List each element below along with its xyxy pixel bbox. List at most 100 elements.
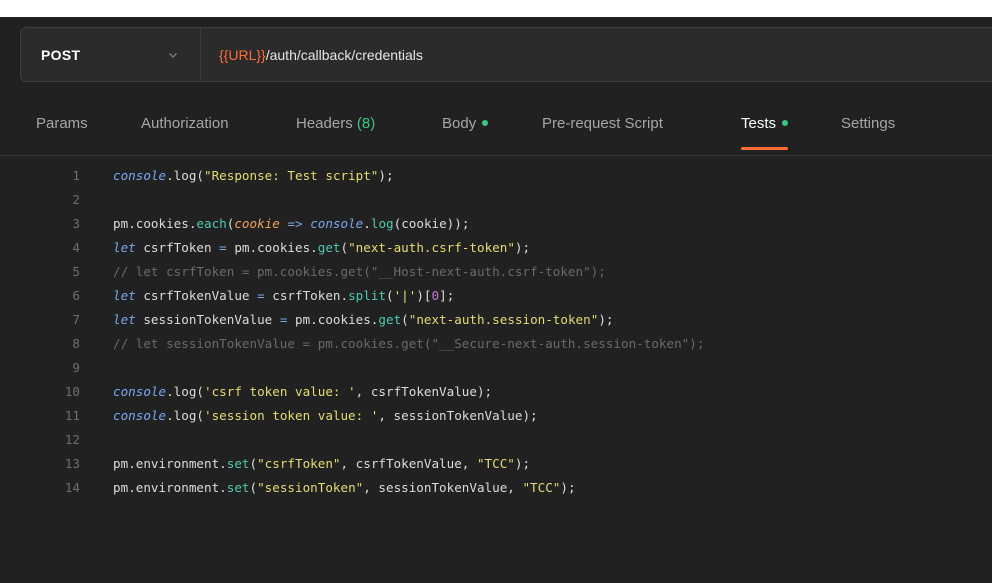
line-number: 9: [72, 360, 80, 375]
code-line: 1 console.log("Response: Test script");: [0, 164, 992, 188]
code-token: pm.environment.: [113, 480, 227, 495]
code-token: each: [196, 216, 227, 231]
code-token: "csrfToken": [257, 456, 341, 471]
code-token: get: [378, 312, 402, 327]
request-tabs: Params Authorization Headers (8) Body Pr…: [0, 96, 992, 156]
code-token: set: [226, 480, 250, 495]
code-text: // let sessionTokenValue = pm.cookies.ge…: [113, 332, 704, 356]
code-token: .log(: [166, 168, 204, 183]
code-token: pm.cookies.: [226, 240, 318, 255]
url-variable: {{URL}}: [219, 46, 266, 63]
code-token: console: [113, 168, 167, 183]
code-token: );: [514, 240, 531, 255]
method-dropdown[interactable]: POST: [21, 28, 201, 81]
code-token: 'session token value: ': [204, 408, 379, 423]
tab-tests[interactable]: Tests: [741, 96, 789, 152]
line-number: 4: [72, 240, 80, 255]
code-token: (: [249, 456, 258, 471]
code-token: (: [249, 480, 258, 495]
tab-body[interactable]: Body: [442, 96, 489, 152]
code-token: );: [514, 456, 531, 471]
code-token: '|': [393, 288, 417, 303]
line-number: 7: [72, 312, 80, 327]
tab-label: Headers: [296, 115, 353, 132]
code-line: 11 console.log('session token value: ', s…: [0, 404, 992, 428]
line-number: 2: [72, 192, 80, 207]
tab-label: Body: [442, 115, 477, 132]
code-token: console: [113, 384, 167, 399]
code-token: (: [340, 240, 349, 255]
code-token: .log(: [166, 408, 204, 423]
code-token: "TCC": [476, 456, 515, 471]
code-editor[interactable]: 1 console.log("Response: Test script"); 2 3…: [0, 160, 992, 583]
code-token: console: [310, 216, 364, 231]
code-text: // let csrfToken = pm.cookies.get("__Hos…: [113, 260, 606, 284]
code-line: 7 let sessionTokenValue = pm.cookies.get(…: [0, 308, 992, 332]
code-token: log: [370, 216, 394, 231]
code-token: set: [226, 456, 250, 471]
code-text: pm.cookies.each(cookie => console.log(co…: [113, 212, 469, 236]
tab-settings[interactable]: Settings: [841, 96, 895, 152]
tab-label: Tests: [741, 115, 777, 132]
code-token: =>: [279, 216, 311, 231]
code-token: cookie: [234, 216, 280, 231]
tab-pre-request-script[interactable]: Pre-request Script: [542, 96, 663, 152]
code-token: sessionTokenValue: [135, 312, 280, 327]
code-line: 5 // let csrfToken = pm.cookies.get("__Ho…: [0, 260, 992, 284]
tab-label: Authorization: [141, 115, 229, 132]
code-token: .: [363, 216, 371, 231]
line-number: 12: [64, 432, 80, 447]
code-text: console.log("Response: Test script");: [113, 164, 394, 188]
code-token: 0: [431, 288, 440, 303]
line-number: 11: [64, 408, 80, 423]
code-line: 9: [0, 356, 992, 380]
status-dot: [482, 120, 489, 127]
code-token: "TCC": [522, 480, 561, 495]
code-text: pm.environment.set("csrfToken", csrfToke…: [113, 452, 530, 476]
code-token: // let sessionTokenValue = pm.cookies.ge…: [113, 336, 705, 351]
code-token: pm.cookies.: [287, 312, 379, 327]
line-number: 6: [72, 288, 80, 303]
code-token: );: [378, 168, 394, 183]
code-line: 3 pm.cookies.each(cookie => console.log(c…: [0, 212, 992, 236]
line-number: 5: [72, 264, 80, 279]
url-path: /auth/callback/credentials: [265, 46, 423, 63]
code-token: "next-auth.csrf-token": [348, 240, 515, 255]
request-bar: POST {{URL}}/auth/callback/credentials: [20, 27, 992, 82]
url-input[interactable]: {{URL}}/auth/callback/credentials: [201, 28, 992, 81]
line-number: 14: [64, 480, 80, 495]
code-token: console: [113, 408, 167, 423]
code-token: (cookie));: [393, 216, 470, 231]
code-token: get: [317, 240, 341, 255]
chevron-down-icon: [169, 52, 177, 58]
code-token: 'csrf token value: ': [204, 384, 356, 399]
code-token: let: [113, 288, 136, 303]
code-text: console.log('csrf token value: ', csrfTo…: [113, 380, 492, 404]
code-token: , csrfTokenValue);: [355, 384, 493, 399]
tab-params[interactable]: Params: [36, 96, 88, 152]
code-token: let: [113, 240, 136, 255]
code-token: csrfToken: [135, 240, 220, 255]
code-text: console.log('session token value: ', ses…: [113, 404, 538, 428]
code-token: csrfTokenValue: [135, 288, 258, 303]
line-number: 13: [64, 456, 80, 471]
code-text: let csrfTokenValue = csrfToken.split('|'…: [113, 284, 454, 308]
window-top-strip: [0, 0, 992, 17]
code-token: "next-auth.session-token": [408, 312, 599, 327]
code-token: ];: [439, 288, 455, 303]
code-line: 13 pm.environment.set("csrfToken", csrfTo…: [0, 452, 992, 476]
code-text: let csrfToken = pm.cookies.get("next-aut…: [113, 236, 530, 260]
code-token: "Response: Test script": [204, 168, 379, 183]
code-line: 12: [0, 428, 992, 452]
line-number: 1: [72, 168, 80, 183]
code-token: let: [113, 312, 136, 327]
code-line: 6 let csrfTokenValue = csrfToken.split('|…: [0, 284, 992, 308]
code-token: pm.environment.: [113, 456, 227, 471]
code-token: );: [598, 312, 614, 327]
code-token: (: [386, 288, 394, 303]
code-line: 10 console.log('csrf token value: ', csrf…: [0, 380, 992, 404]
tab-authorization[interactable]: Authorization: [141, 96, 229, 152]
headers-count: (8): [356, 115, 376, 132]
tab-headers[interactable]: Headers (8): [296, 96, 375, 152]
code-token: =: [219, 240, 227, 255]
